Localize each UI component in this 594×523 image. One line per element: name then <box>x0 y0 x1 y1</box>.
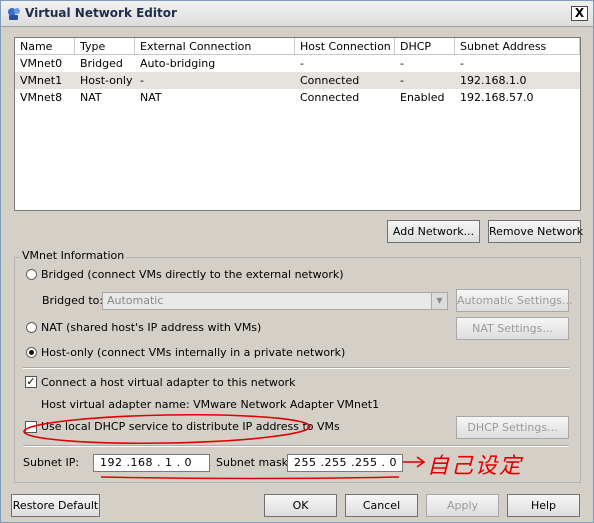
red-annotation-marks <box>23 413 426 480</box>
help-button[interactable]: Help <box>507 494 580 517</box>
virtual-network-editor-window: Virtual Network Editor X Name Type Exter… <box>0 0 594 523</box>
restore-default-button[interactable]: Restore Default <box>11 494 100 517</box>
cancel-button[interactable]: Cancel <box>345 494 418 517</box>
ok-button[interactable]: OK <box>264 494 337 517</box>
handwritten-annotation: 自己设定 <box>427 454 524 479</box>
apply-button[interactable]: Apply <box>426 494 499 517</box>
